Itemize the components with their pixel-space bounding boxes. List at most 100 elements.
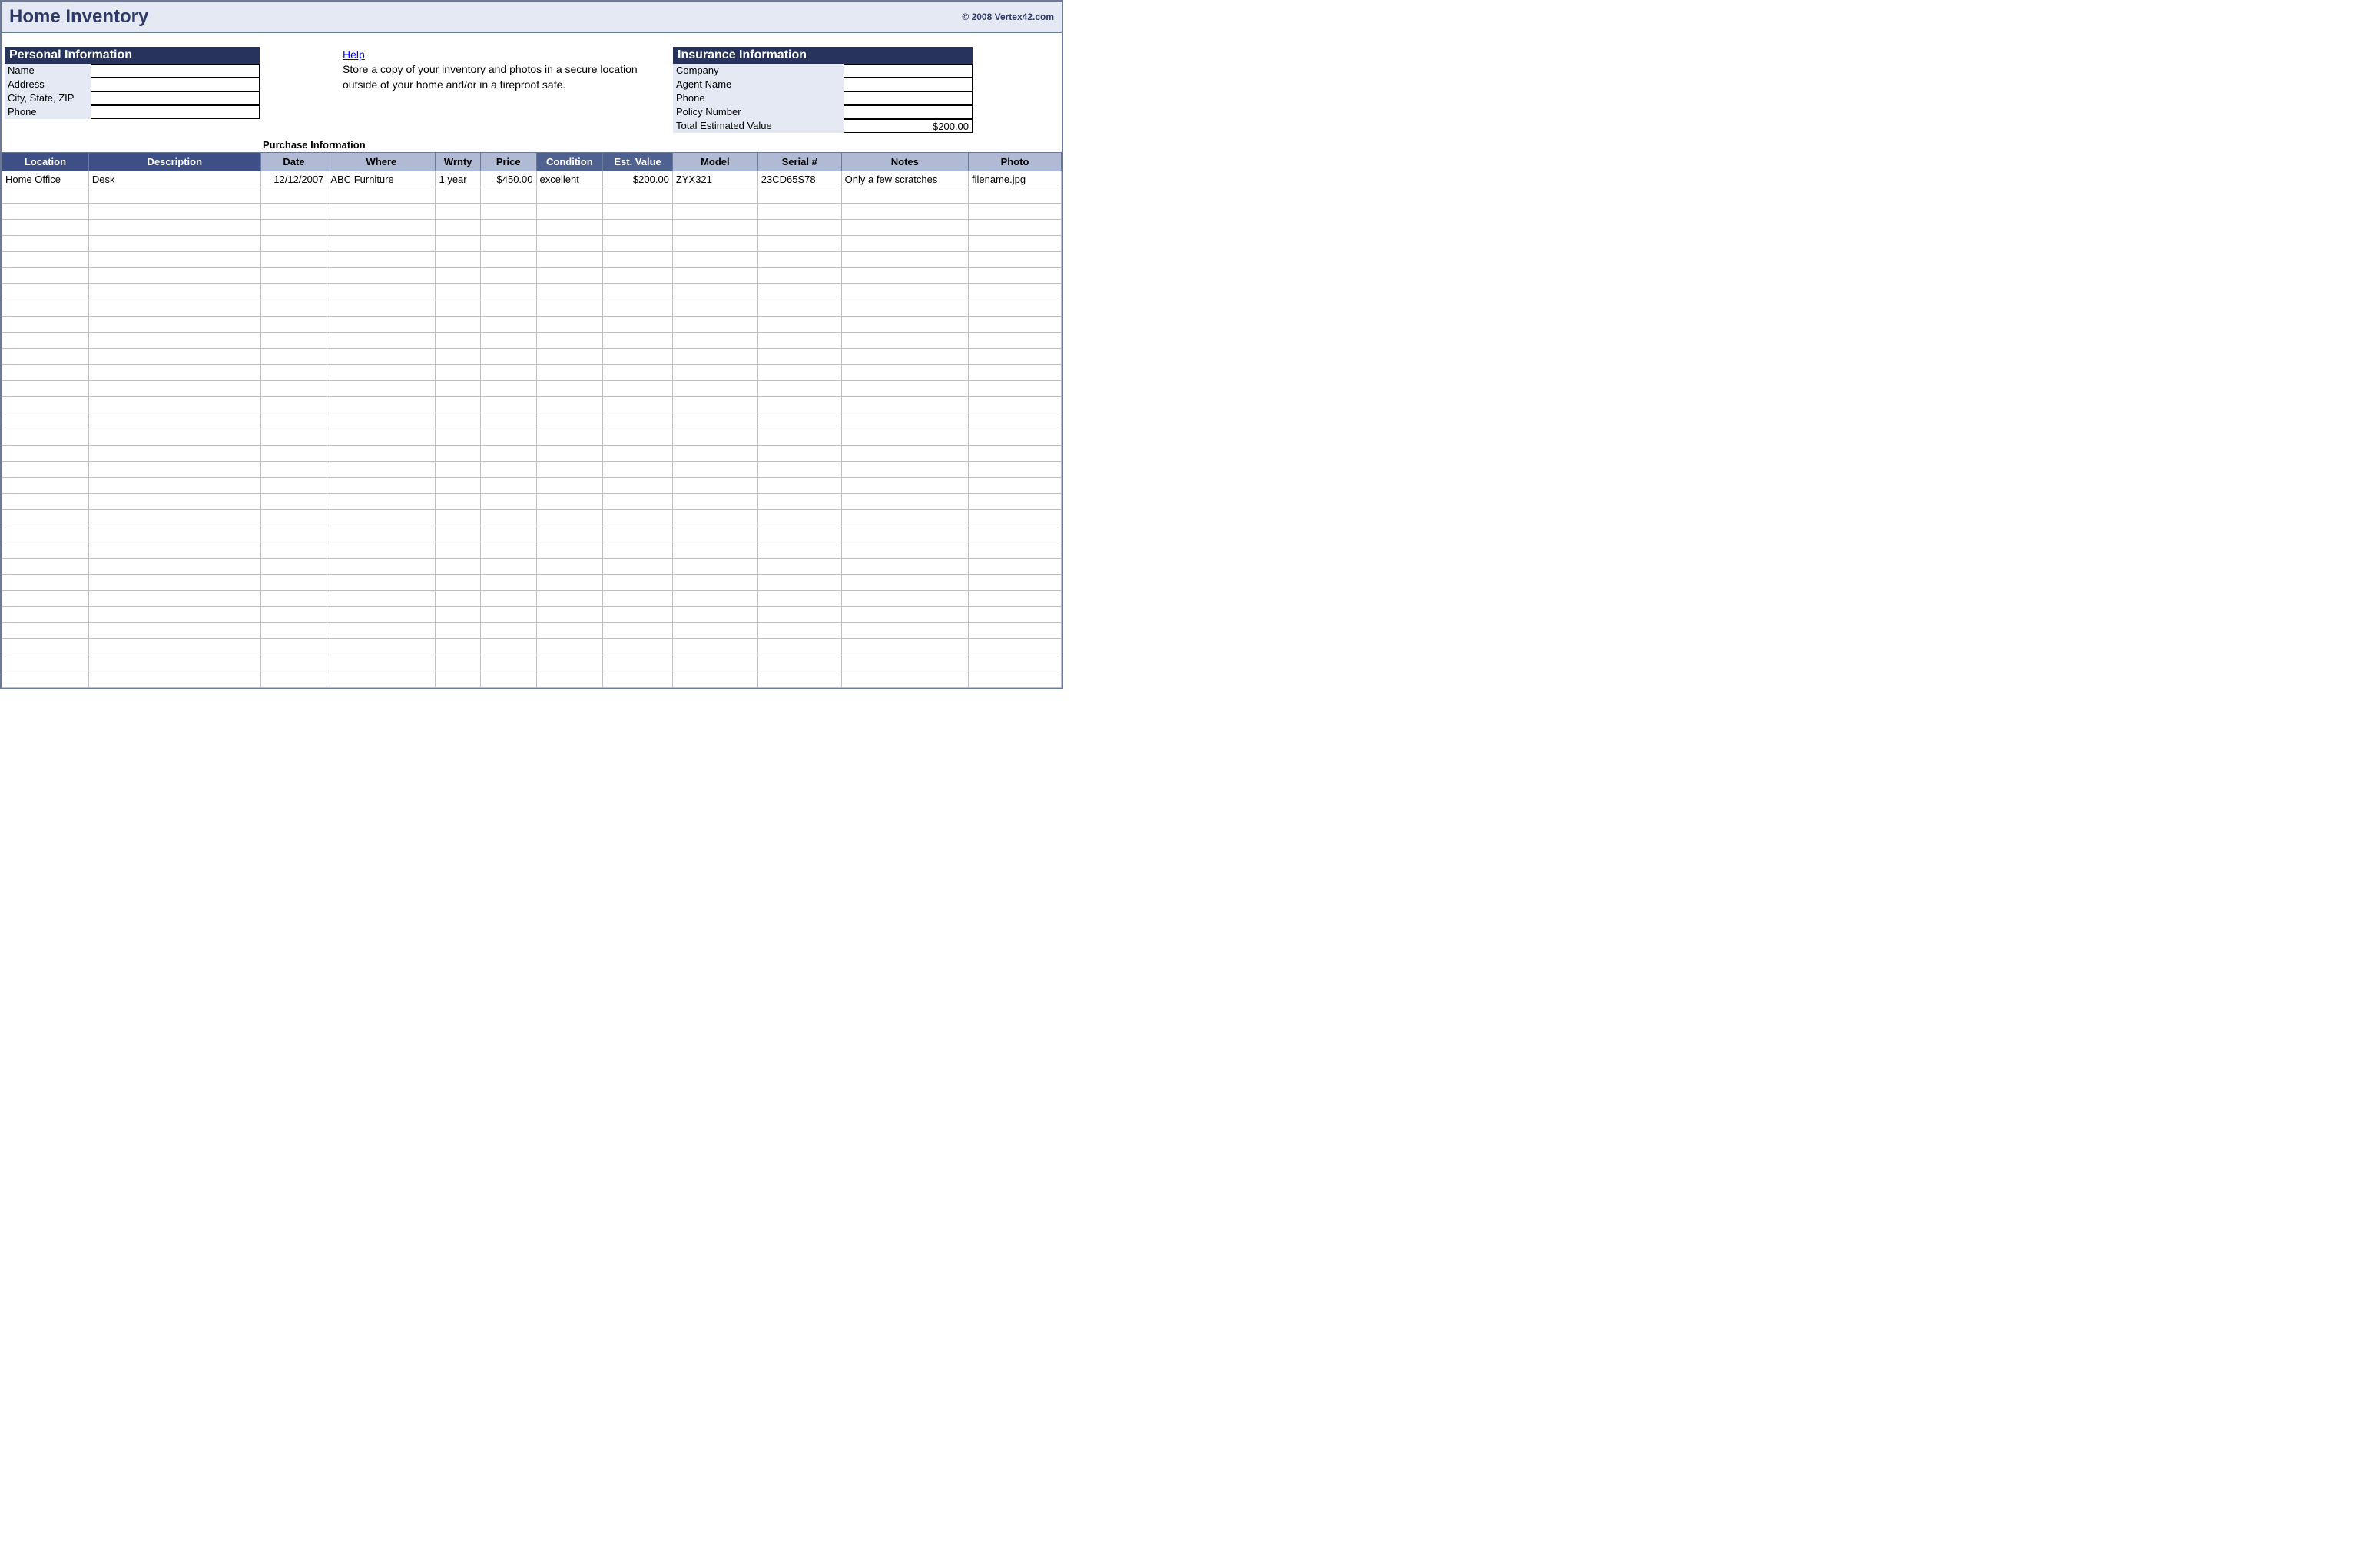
cell-notes[interactable]: [841, 591, 968, 607]
cell-location[interactable]: [2, 300, 89, 317]
cell-price[interactable]: [480, 559, 536, 575]
cell-est_value[interactable]: [603, 333, 673, 349]
cell-price[interactable]: [480, 413, 536, 429]
cell-condition[interactable]: [536, 559, 603, 575]
cell-price[interactable]: $450.00: [480, 171, 536, 187]
cell-where[interactable]: [327, 365, 436, 381]
cell-where[interactable]: [327, 526, 436, 542]
cell-price[interactable]: [480, 365, 536, 381]
cell-photo[interactable]: [968, 381, 1061, 397]
cell-wrnty[interactable]: [436, 607, 480, 623]
col-estvalue[interactable]: Est. Value: [603, 153, 673, 171]
cell-location[interactable]: Home Office: [2, 171, 89, 187]
cell-price[interactable]: [480, 671, 536, 688]
cell-location[interactable]: [2, 317, 89, 333]
cell-description[interactable]: [88, 655, 260, 671]
cell-condition[interactable]: [536, 655, 603, 671]
cell-price[interactable]: [480, 623, 536, 639]
cell-model[interactable]: [672, 204, 757, 220]
cell-condition[interactable]: [536, 510, 603, 526]
cell-wrnty[interactable]: [436, 397, 480, 413]
cell-location[interactable]: [2, 559, 89, 575]
cell-date[interactable]: [260, 559, 327, 575]
cell-photo[interactable]: [968, 494, 1061, 510]
cell-est_value[interactable]: [603, 349, 673, 365]
cell-notes[interactable]: Only a few scratches: [841, 171, 968, 187]
cell-est_value[interactable]: [603, 526, 673, 542]
cell-location[interactable]: [2, 365, 89, 381]
cell-condition[interactable]: [536, 591, 603, 607]
cell-date[interactable]: [260, 478, 327, 494]
cell-where[interactable]: [327, 607, 436, 623]
cell-date[interactable]: [260, 236, 327, 252]
table-row[interactable]: [2, 510, 1062, 526]
cell-description[interactable]: [88, 671, 260, 688]
cell-description[interactable]: [88, 413, 260, 429]
cell-notes[interactable]: [841, 349, 968, 365]
cell-date[interactable]: [260, 639, 327, 655]
cell-wrnty[interactable]: [436, 462, 480, 478]
cell-serial[interactable]: [757, 236, 841, 252]
cell-where[interactable]: [327, 204, 436, 220]
cell-wrnty[interactable]: [436, 542, 480, 559]
cell-model[interactable]: [672, 623, 757, 639]
cell-est_value[interactable]: $200.00: [603, 171, 673, 187]
cell-date[interactable]: [260, 204, 327, 220]
cell-description[interactable]: [88, 591, 260, 607]
table-row[interactable]: [2, 591, 1062, 607]
cell-price[interactable]: [480, 494, 536, 510]
cell-location[interactable]: [2, 478, 89, 494]
cell-description[interactable]: [88, 462, 260, 478]
cell-date[interactable]: [260, 575, 327, 591]
cell-description[interactable]: [88, 236, 260, 252]
cell-condition[interactable]: [536, 333, 603, 349]
cell-description[interactable]: [88, 381, 260, 397]
cell-description[interactable]: [88, 333, 260, 349]
table-row[interactable]: [2, 671, 1062, 688]
table-row[interactable]: Home OfficeDesk12/12/2007ABC Furniture1 …: [2, 171, 1062, 187]
cell-photo[interactable]: [968, 559, 1061, 575]
table-row[interactable]: [2, 542, 1062, 559]
cell-condition[interactable]: [536, 317, 603, 333]
cell-date[interactable]: [260, 252, 327, 268]
address-input[interactable]: [91, 78, 260, 91]
cell-description[interactable]: [88, 623, 260, 639]
cell-wrnty[interactable]: [436, 559, 480, 575]
cell-est_value[interactable]: [603, 478, 673, 494]
cell-notes[interactable]: [841, 317, 968, 333]
table-row[interactable]: [2, 429, 1062, 446]
cell-photo[interactable]: [968, 655, 1061, 671]
cell-serial[interactable]: [757, 365, 841, 381]
cell-serial[interactable]: [757, 300, 841, 317]
table-row[interactable]: [2, 478, 1062, 494]
cell-model[interactable]: [672, 236, 757, 252]
col-serial[interactable]: Serial #: [757, 153, 841, 171]
table-row[interactable]: [2, 187, 1062, 204]
cell-price[interactable]: [480, 639, 536, 655]
cell-serial[interactable]: [757, 349, 841, 365]
cell-location[interactable]: [2, 284, 89, 300]
cell-wrnty[interactable]: [436, 252, 480, 268]
cell-condition[interactable]: [536, 429, 603, 446]
cell-description[interactable]: Desk: [88, 171, 260, 187]
cell-description[interactable]: [88, 478, 260, 494]
table-row[interactable]: [2, 526, 1062, 542]
cell-where[interactable]: [327, 591, 436, 607]
cell-wrnty[interactable]: [436, 220, 480, 236]
cell-description[interactable]: [88, 397, 260, 413]
cell-where[interactable]: [327, 236, 436, 252]
table-row[interactable]: [2, 236, 1062, 252]
cell-serial[interactable]: [757, 381, 841, 397]
cell-condition[interactable]: [536, 575, 603, 591]
cell-notes[interactable]: [841, 510, 968, 526]
table-row[interactable]: [2, 300, 1062, 317]
cell-location[interactable]: [2, 333, 89, 349]
cell-serial[interactable]: [757, 187, 841, 204]
cell-description[interactable]: [88, 268, 260, 284]
cell-photo[interactable]: [968, 607, 1061, 623]
cell-model[interactable]: [672, 413, 757, 429]
cell-where[interactable]: [327, 220, 436, 236]
cell-wrnty[interactable]: [436, 317, 480, 333]
cell-photo[interactable]: [968, 542, 1061, 559]
company-input[interactable]: [844, 64, 973, 78]
